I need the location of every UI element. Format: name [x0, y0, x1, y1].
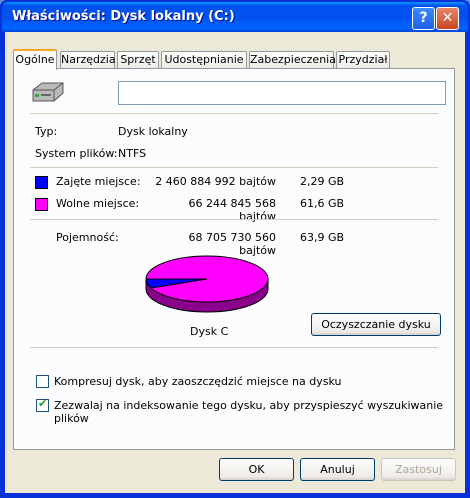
tab-security[interactable]: Zabezpieczenia — [249, 51, 336, 68]
separator — [30, 219, 438, 220]
used-space-bytes: 2 460 884 992 bajtów — [155, 175, 276, 188]
filesystem-value: NTFS — [118, 147, 147, 160]
general-tab-panel: Typ: Dysk lokalny System plików: NTFS Za… — [13, 68, 455, 450]
tab-hardware[interactable]: Sprzęt — [117, 51, 159, 68]
tab-tools[interactable]: Narzędzia — [60, 51, 116, 68]
capacity-gb: 63,9 GB — [300, 231, 345, 244]
separator — [30, 167, 438, 168]
index-label[interactable]: Zezwalaj na indeksowanie tego dysku, aby… — [54, 399, 454, 425]
disk-usage-pie — [145, 255, 269, 313]
window-title: Właściwości: Dysk lokalny (C:) — [12, 9, 235, 24]
type-value: Dysk lokalny — [118, 125, 188, 138]
type-label: Typ: — [35, 125, 58, 138]
drive-label: Dysk C — [190, 325, 229, 338]
checkmark-icon: ✔ — [38, 397, 48, 410]
index-checkbox[interactable]: ✔ — [36, 397, 49, 412]
free-space-swatch — [35, 198, 48, 211]
cancel-button[interactable]: Anuluj — [300, 458, 375, 481]
free-space-gb: 61,6 GB — [300, 197, 345, 210]
dialog-body: Ogólne Narzędzia Sprzęt Udostępnianie Za… — [5, 32, 465, 493]
title-bar[interactable]: Właściwości: Dysk lokalny (C:) ? ✕ — [2, 2, 468, 32]
separator — [30, 347, 438, 348]
close-button[interactable]: ✕ — [436, 7, 459, 30]
help-button[interactable]: ? — [412, 7, 435, 30]
filesystem-label: System plików: — [35, 147, 118, 160]
volume-name-input[interactable] — [118, 81, 446, 105]
tab-quota[interactable]: Przydział — [336, 51, 390, 68]
used-space-label: Zajęte miejsce: — [56, 175, 141, 188]
properties-window: Właściwości: Dysk lokalny (C:) ? ✕ Ogóln… — [0, 0, 470, 498]
tab-strip: Ogólne Narzędzia Sprzęt Udostępnianie Za… — [13, 49, 457, 70]
capacity-label: Pojemność: — [56, 231, 119, 244]
tab-general[interactable]: Ogólne — [13, 49, 57, 70]
compress-label[interactable]: Kompresuj dysk, aby zaoszczędzić miejsce… — [54, 375, 341, 388]
apply-button[interactable]: Zastosuj — [381, 458, 456, 481]
disk-cleanup-button[interactable]: Oczyszczanie dysku — [311, 313, 441, 336]
separator — [30, 113, 438, 114]
compress-checkbox[interactable] — [36, 375, 49, 388]
tab-sharing[interactable]: Udostępnianie — [161, 51, 247, 68]
hard-drive-icon — [32, 82, 64, 102]
used-space-gb: 2,29 GB — [300, 175, 345, 188]
used-space-swatch — [35, 176, 48, 189]
ok-button[interactable]: OK — [219, 458, 294, 481]
free-space-label: Wolne miejsce: — [56, 197, 140, 210]
